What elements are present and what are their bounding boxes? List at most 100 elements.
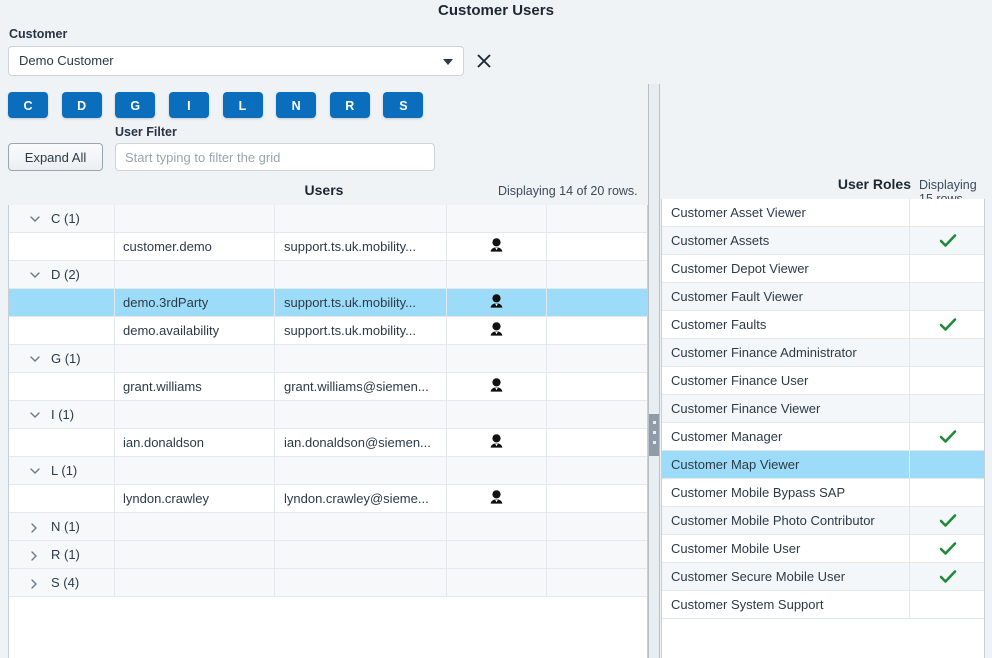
alpha-filter-i[interactable]: I [168,92,209,118]
expand-all-button[interactable]: Expand All [8,143,103,171]
customer-users-page: Customer Users Customer Demo Customer C … [0,0,992,658]
cell-email: ian.donaldson@siemen... [284,435,431,450]
cell-email: support.ts.uk.mobility... [284,323,416,338]
cell-telephone [555,429,650,457]
page-title: Customer Users [438,2,554,19]
roles-data-row[interactable]: Customer Finance Viewer [662,395,984,423]
panel-splitter[interactable] [648,84,660,658]
chevron-down-icon[interactable] [30,411,40,420]
check-icon [939,542,957,559]
alpha-filter-d[interactable]: D [61,92,102,118]
roles-data-row[interactable]: Customer Fault Viewer [662,283,984,311]
customer-selected-value: Demo Customer [19,53,114,68]
cell-role-selected[interactable] [909,563,986,591]
cell-role-name: Customer Map Viewer [671,457,800,472]
users-grid-row-count: Displaying 14 of 20 rows. [498,184,638,198]
cell-role-name: Customer Finance Administrator [671,345,857,360]
chevron-down-icon[interactable] [30,355,40,364]
users-data-row[interactable]: demo.3rdParty support.ts.uk.mobility... [9,289,647,317]
cell-role-selected[interactable] [909,227,986,255]
cell-role-selected[interactable] [909,199,986,227]
users-data-row[interactable]: customer.demo support.ts.uk.mobility... [9,233,647,261]
chevron-right-icon[interactable] [30,551,39,561]
cell-role-selected[interactable] [909,339,986,367]
alpha-filter-s[interactable]: S [383,92,424,118]
alpha-filter-g[interactable]: G [115,92,156,118]
roles-data-row[interactable]: Customer Mobile User [662,535,984,563]
users-grid-empty-area [9,597,647,633]
group-initial-label: R (1) [51,547,80,562]
cell-role-name: Customer Mobile User [671,541,801,556]
cell-role-selected[interactable] [909,479,986,507]
roles-data-row[interactable]: Customer Map Viewer [662,451,984,479]
chevron-right-icon[interactable] [30,523,39,533]
users-group-row[interactable]: D (2) [9,261,647,289]
users-group-row[interactable]: I (1) [9,401,647,429]
cell-role-name: Customer Depot Viewer [671,261,809,276]
roles-data-row[interactable]: Customer Mobile Photo Contributor [662,507,984,535]
users-data-row[interactable]: grant.williams grant.williams@siemen... [9,373,647,401]
roles-grid-body[interactable]: Customer Asset Viewer Customer Assets Cust… [661,199,985,658]
roles-data-row[interactable]: Customer Secure Mobile User [662,563,984,591]
cell-role-name: Customer Finance User [671,373,809,388]
roles-data-row[interactable]: Customer Asset Viewer [662,199,984,227]
users-group-row[interactable]: C (1) [9,205,647,233]
check-icon [939,514,957,531]
alpha-filter-c[interactable]: C [8,92,48,118]
users-data-row[interactable]: lyndon.crawley lyndon.crawley@sieme... [9,485,647,513]
roles-data-row[interactable]: Customer Assets [662,227,984,255]
cell-username: customer.demo [123,239,212,254]
users-group-row[interactable]: N (1) [9,513,647,541]
cell-user-type [446,429,546,457]
cell-telephone [555,373,650,401]
alpha-filter-n[interactable]: N [276,92,317,118]
splitter-grip[interactable] [649,414,659,456]
cell-role-selected[interactable] [909,367,986,395]
cell-role-selected[interactable] [909,507,986,535]
cell-role-selected[interactable] [909,535,986,563]
close-icon[interactable] [473,50,495,72]
chevron-down-icon[interactable] [30,271,40,280]
customer-label: Customer [9,27,68,41]
users-group-row[interactable]: R (1) [9,541,647,569]
group-initial-label: D (2) [51,267,80,282]
group-initial-label: S (4) [51,575,80,590]
roles-data-row[interactable]: Customer Mobile Bypass SAP [662,479,984,507]
users-grid-body[interactable]: C (1) customer.demo support.ts.uk.mobility… [8,205,648,658]
chevron-down-icon[interactable] [443,59,453,65]
cell-role-selected[interactable] [909,451,986,479]
users-group-row[interactable]: S (4) [9,569,647,597]
customer-dropdown[interactable]: Demo Customer [8,46,464,76]
chevron-right-icon[interactable] [30,579,39,589]
cell-telephone [555,233,650,261]
cell-user-type [446,317,546,345]
cell-role-selected[interactable] [909,395,986,423]
group-initial-label: N (1) [51,519,80,534]
cell-username: grant.williams [123,379,202,394]
user-filter-input[interactable] [115,143,435,171]
users-data-row[interactable]: ian.donaldson ian.donaldson@siemen... [9,429,647,457]
roles-data-row[interactable]: Customer Depot Viewer [662,255,984,283]
alpha-filter-l[interactable]: L [222,92,263,118]
customer-selector: Demo Customer [8,46,496,76]
chevron-down-icon[interactable] [30,215,40,224]
chevron-down-icon[interactable] [30,467,40,476]
users-group-row[interactable]: G (1) [9,345,647,373]
cell-role-selected[interactable] [909,311,986,339]
roles-data-row[interactable]: Customer Finance User [662,367,984,395]
users-data-row[interactable]: demo.availability support.ts.uk.mobility.… [9,317,647,345]
cell-username: demo.availability [123,323,220,338]
cell-username: ian.donaldson [123,435,204,450]
roles-data-row[interactable]: Customer Faults [662,311,984,339]
roles-data-row[interactable]: Customer Finance Administrator [662,339,984,367]
roles-data-row[interactable]: Customer Manager [662,423,984,451]
cell-role-selected[interactable] [909,283,986,311]
cell-role-selected[interactable] [909,591,986,619]
alpha-filter-r[interactable]: R [329,92,370,118]
cell-role-selected[interactable] [909,423,986,451]
users-group-row[interactable]: L (1) [9,457,647,485]
cell-role-name: Customer Finance Viewer [671,401,821,416]
roles-data-row[interactable]: Customer System Support [662,591,984,619]
cell-role-selected[interactable] [909,255,986,283]
cell-role-name: Customer Assets [671,233,770,248]
